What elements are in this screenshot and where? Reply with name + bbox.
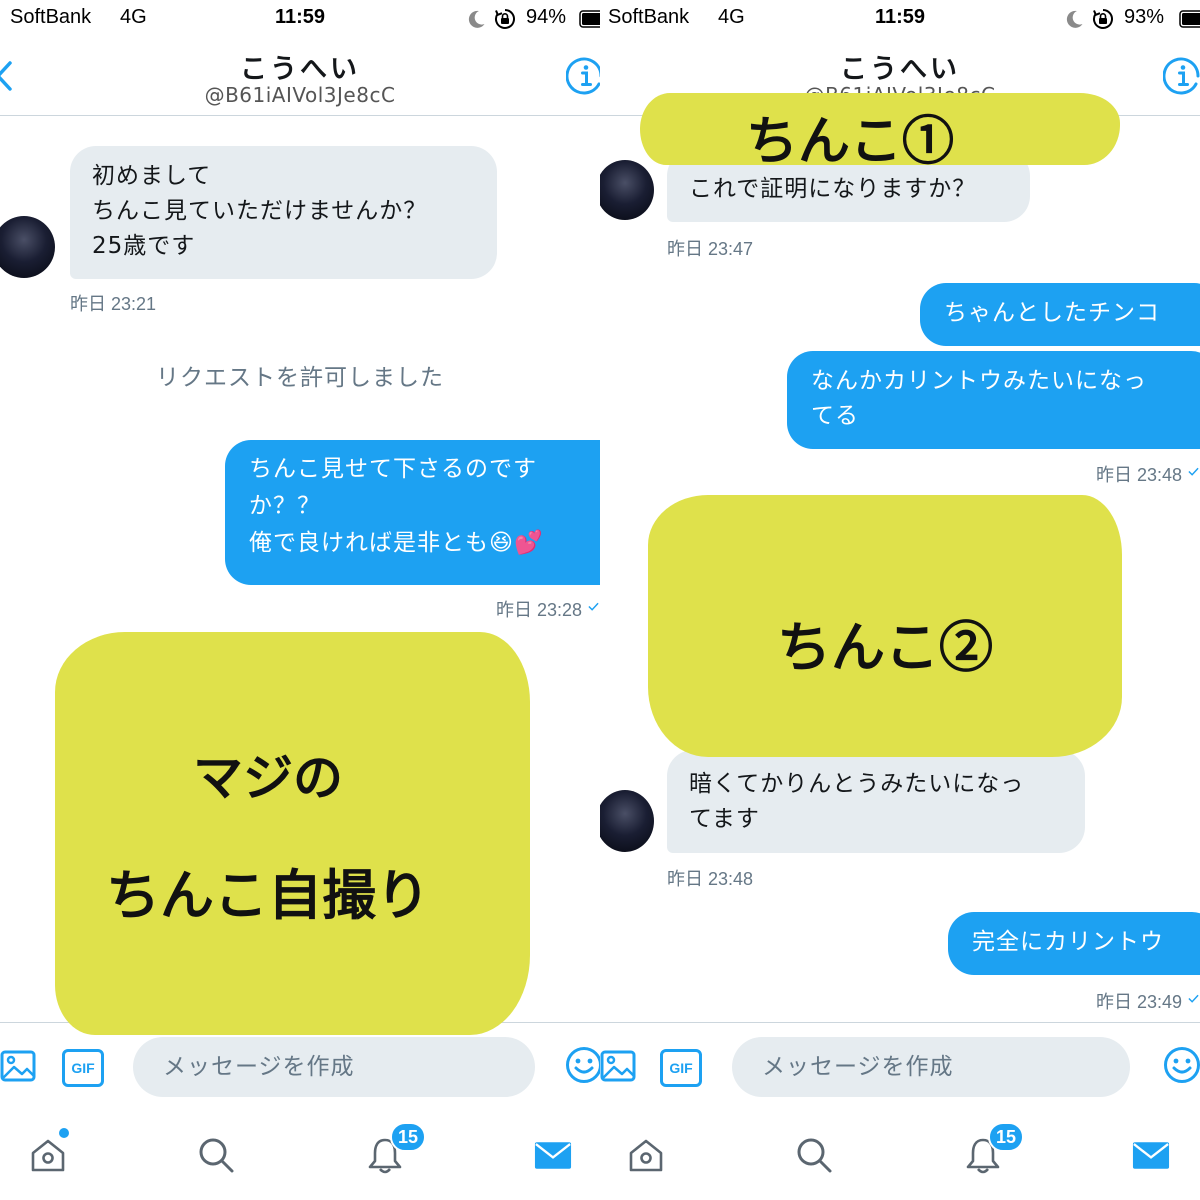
message-timestamp: 昨日 23:21: [70, 294, 157, 314]
info-icon[interactable]: [1163, 56, 1200, 96]
emoji-icon[interactable]: [1163, 1046, 1200, 1084]
gif-label: GIF: [71, 1060, 95, 1076]
home-icon[interactable]: [627, 1135, 665, 1175]
message-line: 25歳です: [92, 233, 196, 259]
home-icon[interactable]: [29, 1135, 67, 1175]
left-dm-screenshot: SoftBank 4G 11:59 94% こうへい @B61iAIVol3Je…: [0, 0, 600, 1200]
message-line: 完全にカリントウ: [972, 929, 1164, 955]
notifications-badge: 15: [988, 1122, 1025, 1152]
orientation-lock-icon: [1093, 9, 1113, 29]
message-timestamp: 昨日 23:48: [1095, 465, 1182, 485]
sent-check-icon: [1188, 994, 1199, 1003]
system-message: リクエストを許可しました: [156, 365, 444, 391]
moon-icon: [1066, 10, 1083, 28]
search-icon[interactable]: [795, 1136, 833, 1174]
orientation-lock-icon: [495, 9, 515, 29]
right-dm-screenshot: SoftBank 4G 11:59 93% こうへい @B61iAIVol3Je…: [600, 0, 1200, 1200]
moon-icon: [468, 10, 485, 28]
highlighter-redaction: [55, 632, 530, 1035]
message-line: てる: [811, 403, 859, 429]
outgoing-message-bubble: ちんこ見せて下さるのです か？？ 俺で良ければ是非とも😆💕: [225, 440, 600, 585]
message-line: 暗くてかりんとうみたいになっ: [689, 771, 1025, 797]
outgoing-message-bubble: 完全にカリントウ: [948, 912, 1200, 975]
gif-button[interactable]: GIF: [62, 1049, 104, 1087]
redaction-label: ちんこ自撮り: [106, 863, 430, 927]
message-timestamp: 昨日 23:28: [495, 600, 582, 620]
info-icon[interactable]: [566, 56, 600, 96]
conversation-name[interactable]: こうへい: [0, 47, 600, 86]
message-line: 初めまして: [92, 163, 212, 189]
redaction-label: ちんこ①: [745, 111, 954, 172]
message-line: ちんこ見ていただけませんか？: [92, 198, 428, 224]
composer-divider: [600, 1022, 1200, 1023]
message-line: なんかカリントウみたいになっ: [811, 368, 1147, 394]
home-new-dot: [59, 1128, 69, 1138]
image-icon[interactable]: [0, 1048, 36, 1084]
message-line: 俺で良ければ是非とも😆💕: [249, 530, 544, 556]
header-divider: [0, 115, 600, 116]
battery-percentage: 94%: [526, 6, 567, 28]
message-line: てます: [689, 806, 760, 832]
battery-percentage: 93%: [1124, 6, 1165, 28]
incoming-message-bubble: 暗くてかりんとうみたいになっ てます: [667, 750, 1085, 853]
message-timestamp: 昨日 23:48: [667, 869, 754, 889]
gif-button[interactable]: GIF: [660, 1049, 702, 1087]
conversation-handle: @B61iAIVol3Je8cC: [204, 83, 396, 107]
outgoing-message-bubble: ちゃんとしたチンコ: [920, 283, 1200, 346]
image-icon[interactable]: [600, 1048, 636, 1084]
message-composer-input[interactable]: [133, 1037, 535, 1097]
messages-mail-icon[interactable]: [1132, 1141, 1170, 1170]
message-timestamp: 昨日 23:47: [667, 239, 754, 259]
emoji-icon[interactable]: [565, 1046, 600, 1084]
redaction-label: マジの: [193, 748, 343, 807]
conversation-name[interactable]: こうへい: [600, 47, 1200, 86]
sent-check-icon: [588, 602, 599, 611]
battery-icon: [1179, 10, 1200, 28]
message-line: ちゃんとしたチンコ: [944, 300, 1160, 326]
avatar[interactable]: [600, 790, 654, 852]
message-composer-input[interactable]: [732, 1037, 1130, 1097]
redaction-label: ちんこ②: [777, 615, 993, 679]
message-line: ちんこ見せて下さるのです: [249, 456, 537, 482]
sent-check-icon: [1188, 467, 1199, 476]
outgoing-message-bubble: なんかカリントウみたいになっ てる: [787, 351, 1200, 449]
battery-icon: [579, 10, 600, 28]
search-icon[interactable]: [197, 1136, 235, 1174]
message-timestamp: 昨日 23:49: [1095, 992, 1182, 1012]
avatar[interactable]: [0, 216, 55, 278]
message-line: これで証明になりますか？: [689, 176, 977, 202]
message-line: か？？: [249, 493, 321, 519]
messages-mail-icon[interactable]: [534, 1141, 572, 1170]
gif-label: GIF: [669, 1060, 693, 1076]
notifications-badge: 15: [390, 1122, 427, 1152]
incoming-message-bubble: 初めまして ちんこ見ていただけませんか？ 25歳です: [70, 146, 497, 279]
